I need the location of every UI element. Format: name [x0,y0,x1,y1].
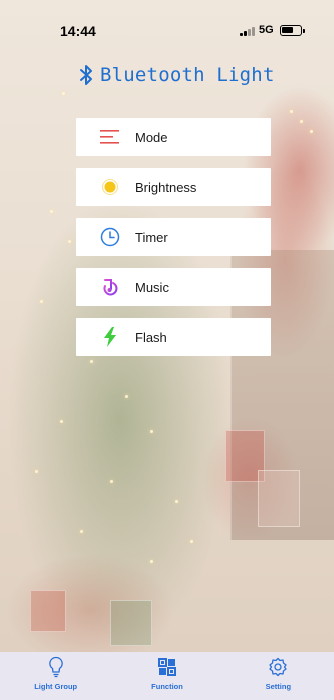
lightbulb-icon [45,656,67,678]
light-sparkle [40,300,43,303]
lightning-icon [98,325,122,349]
tab-setting[interactable]: Setting [223,652,334,700]
clock-icon [98,225,122,249]
gear-icon [267,656,289,678]
function-menu: Mode Brightness Timer Music Flash [76,118,271,368]
sun-icon [98,175,122,199]
menu-item-label: Mode [135,129,168,145]
light-sparkle [80,530,83,533]
light-sparkle [60,420,63,423]
light-sparkle [62,92,65,95]
menu-item-label: Music [135,279,169,295]
menu-item-label: Timer [135,229,168,245]
tab-label: Light Group [34,682,78,691]
network-type: 5G [259,24,274,36]
light-sparkle [50,210,53,213]
light-sparkle [110,480,113,483]
music-icon [98,275,122,299]
light-sparkle [300,120,303,123]
signal-strength-icon [240,26,256,36]
page-title: Bluetooth Light [100,64,275,86]
app-title: Bluetooth Light [78,60,275,90]
light-sparkle [190,540,193,543]
light-sparkle [125,395,128,398]
menu-item-label: Brightness [135,179,197,195]
menu-item-label: Flash [135,329,167,345]
light-sparkle [68,240,71,243]
gift-box [258,470,300,527]
status-time: 14:44 [60,23,96,39]
menu-item-flash[interactable]: Flash [76,318,271,356]
light-sparkle [175,500,178,503]
light-sparkle [150,560,153,563]
light-sparkle [35,470,38,473]
function-grid-icon [156,656,178,678]
status-bar: 14:44 5G [0,0,334,44]
light-sparkle [310,130,313,133]
tab-function[interactable]: Function [111,652,222,700]
light-sparkle [290,110,293,113]
menu-item-brightness[interactable]: Brightness [76,168,271,206]
bluetooth-icon [80,65,92,85]
tab-light-group[interactable]: Light Group [0,652,111,700]
light-sparkle [150,430,153,433]
gift-box [110,600,152,646]
menu-item-timer[interactable]: Timer [76,218,271,256]
tab-label: Setting [265,682,292,691]
menu-item-mode[interactable]: Mode [76,118,271,156]
tab-label: Function [151,682,183,691]
battery-icon [280,25,305,36]
gift-box [30,590,66,632]
menu-item-music[interactable]: Music [76,268,271,306]
menu-lines-icon [98,125,122,149]
bottom-tab-bar: Light Group Function Setting [0,652,334,700]
